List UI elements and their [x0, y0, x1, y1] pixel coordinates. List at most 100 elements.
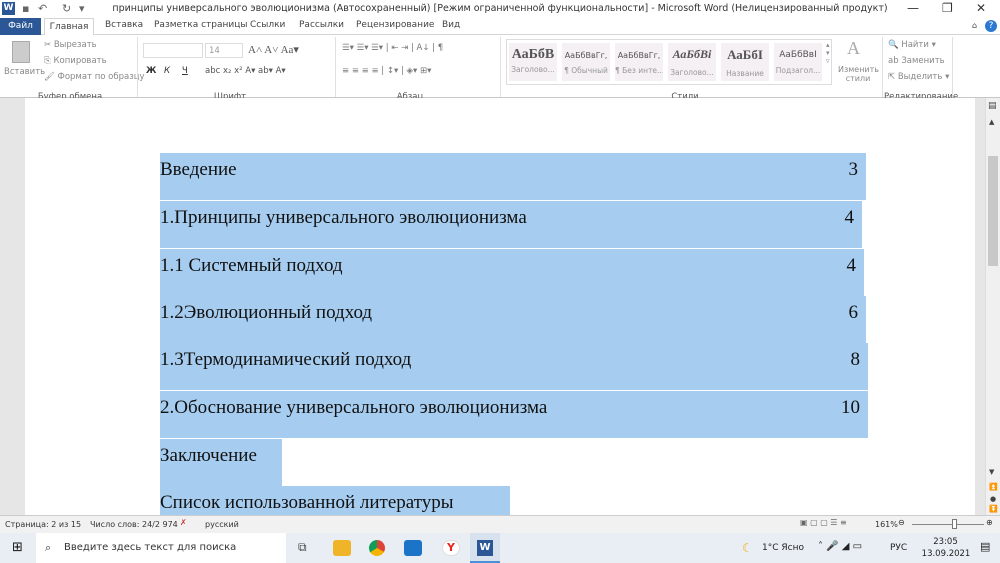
select-label: Выделить [897, 72, 943, 82]
browse-object-icon[interactable]: ● [990, 495, 996, 503]
select-button[interactable]: ⇱ Выделить ▾ [888, 72, 949, 82]
minimize-ribbon-icon[interactable]: ⌂ [972, 21, 977, 30]
font-effects-buttons[interactable]: abc x₂ x² A▾ ab▾ A▾ [205, 66, 286, 76]
windows-start-icon[interactable]: ⊞ [12, 540, 23, 555]
scroll-thumb[interactable] [988, 156, 998, 266]
toc-entry[interactable]: 2.Обоснование универсального эволюциониз… [160, 391, 868, 438]
tab-mailings[interactable]: Рассылки [299, 20, 344, 30]
grow-font-button[interactable]: A˄ A˅ Aa▾ [248, 43, 299, 56]
toc-entry[interactable]: Заключение [160, 439, 282, 486]
replace-label: Заменить [901, 56, 945, 66]
close-button[interactable]: ✕ [976, 1, 986, 15]
file-explorer-icon[interactable] [333, 540, 351, 556]
bold-button[interactable]: Ж [146, 66, 156, 76]
underline-button[interactable]: Ч [182, 66, 188, 76]
list-buttons[interactable]: ☰▾ ☰▾ ☰▾ | ⇤ ⇥ | A↓ | ¶ [342, 43, 443, 53]
input-language[interactable]: РУС [890, 543, 907, 553]
zoom-slider[interactable] [912, 524, 984, 525]
chrome-icon[interactable] [369, 540, 385, 556]
zoom-slider-thumb[interactable] [952, 519, 957, 529]
paste-icon[interactable] [12, 41, 30, 63]
style-title[interactable]: АаБбІ Название [721, 43, 769, 81]
toc-entry-text: 1.1 Системный подход [160, 255, 343, 276]
tab-insert[interactable]: Вставка [105, 20, 143, 30]
tab-review[interactable]: Рецензирование [356, 20, 434, 30]
italic-button[interactable]: К [164, 66, 170, 76]
format-painter-button[interactable]: 🖌 Формат по образцу [44, 72, 145, 82]
toc-entry[interactable]: Введение 3 [160, 153, 866, 200]
toc-entry-text: 2.Обоснование универсального эволюциониз… [160, 397, 548, 418]
tab-view[interactable]: Вид [442, 20, 460, 30]
ribbon: Вставить ✂ Вырезать ⎘ Копировать 🖌 Форма… [0, 35, 1000, 102]
cut-button[interactable]: ✂ Вырезать [44, 40, 97, 50]
replace-button[interactable]: ab Заменить [888, 56, 945, 66]
vertical-scrollbar[interactable]: ▤ ▲ ▼ ⏫ ● ⏬ [985, 98, 1000, 515]
toc-entry-text: 1.Принципы универсального эволюционизма [160, 207, 527, 228]
weather-icon: ☾ [742, 541, 753, 555]
change-styles-button[interactable]: Изменить стили [838, 65, 879, 83]
taskbar-search[interactable]: ⌕ Введите здесь текст для поиска [36, 533, 286, 563]
copy-label: Копировать [53, 56, 107, 66]
language[interactable]: русский [205, 520, 239, 529]
weather-text[interactable]: 1°C Ясно [762, 543, 804, 553]
next-page-icon[interactable]: ⏬ [989, 505, 998, 513]
window-title: принципы универсального эволюционизма (А… [112, 3, 888, 14]
paste-button[interactable]: Вставить [4, 67, 45, 77]
prev-page-icon[interactable]: ⏫ [989, 483, 998, 491]
tab-home[interactable]: Главная [44, 18, 94, 36]
copy-button[interactable]: ⎘ Копировать [44, 56, 107, 66]
task-view-icon[interactable]: ⧉ [298, 540, 307, 555]
word-count[interactable]: Число слов: 24/2 974 [90, 520, 178, 529]
toc-page-number: 8 [850, 349, 861, 370]
media-player-icon[interactable] [404, 540, 422, 556]
toc-entry-text: 1.3Термодинамический подход [160, 349, 412, 370]
toc-entry[interactable]: 1.Принципы универсального эволюционизма 4 [160, 201, 862, 248]
find-button[interactable]: 🔍 Найти ▾ [888, 40, 936, 50]
view-buttons[interactable]: ▣ ▢ ▢ ☰ ≡ [800, 518, 847, 527]
styles-scroll-icon[interactable]: ▴ ▾ ▿ [826, 41, 830, 65]
page-count[interactable]: Страница: 2 из 15 [5, 520, 81, 529]
toc-entry[interactable]: 1.1 Системный подход 4 [160, 249, 864, 296]
toc-page-number: 10 [841, 397, 860, 418]
clock-date[interactable]: 13.09.2021 [920, 549, 972, 559]
notifications-icon[interactable]: ▤ [980, 540, 990, 553]
style-normal[interactable]: АаБбВвГг, ¶ Обычный [562, 43, 610, 81]
zoom-out-icon[interactable]: ⊖ [898, 518, 905, 527]
zoom-in-icon[interactable]: ⊕ [986, 518, 993, 527]
toc-entry-text: Список использованной литературы [160, 492, 454, 513]
style-heading2[interactable]: АаБбВі Заголово... [668, 43, 716, 81]
ribbon-tabs: Файл Главная Вставка Разметка страницы С… [0, 18, 1000, 36]
minimize-button[interactable]: — [907, 1, 919, 15]
yandex-browser-icon[interactable]: Y [442, 540, 460, 556]
zoom-level[interactable]: 161% [875, 520, 898, 529]
align-buttons[interactable]: ≡ ≡ ≡ ≡ | ↕▾ | ◈▾ ⊞▾ [342, 66, 431, 76]
help-icon[interactable]: ? [985, 20, 997, 32]
clock-time[interactable]: 23:05 [923, 537, 968, 547]
search-icon: ⌕ [45, 541, 52, 554]
change-styles-icon: A [847, 38, 860, 58]
toc-entry-text: 1.2Эволюционный подход [160, 302, 373, 323]
status-bar: Страница: 2 из 15 Число слов: 24/2 974 ✗… [0, 515, 1000, 533]
toc-page-number: 6 [848, 302, 859, 323]
tab-references[interactable]: Ссылки [250, 20, 285, 30]
scroll-down-icon[interactable]: ▼ [989, 468, 994, 476]
ruler-toggle-icon[interactable]: ▤ [988, 101, 997, 111]
restore-button[interactable]: ❐ [942, 1, 953, 15]
style-subtitle[interactable]: АаБбВвІ Подзагол... [774, 43, 822, 81]
tab-page-layout[interactable]: Разметка страницы [154, 20, 248, 30]
toc-page-number: 3 [848, 159, 859, 180]
spelling-icon[interactable]: ✗ [180, 518, 187, 527]
toc-page-number: 4 [844, 207, 855, 228]
toc-entry[interactable]: Список использованной литературы [160, 486, 510, 515]
word-taskbar-button[interactable]: W [470, 533, 500, 563]
style-heading1[interactable]: АаБбВ Заголово... [509, 43, 557, 81]
scroll-up-icon[interactable]: ▲ [989, 118, 994, 126]
toc-entry[interactable]: 1.2Эволюционный подход 6 [160, 296, 866, 343]
find-label: Найти [901, 40, 929, 50]
font-size-select[interactable]: 14 [205, 43, 243, 58]
tray-icons[interactable]: ˄ 🎤 ◢ ▭ [818, 541, 862, 552]
tab-file[interactable]: Файл [0, 18, 41, 35]
style-no-spacing[interactable]: АаБбВвГг, ¶ Без инте... [615, 43, 663, 81]
font-name-select[interactable] [143, 43, 203, 58]
toc-entry[interactable]: 1.3Термодинамический подход 8 [160, 343, 868, 390]
